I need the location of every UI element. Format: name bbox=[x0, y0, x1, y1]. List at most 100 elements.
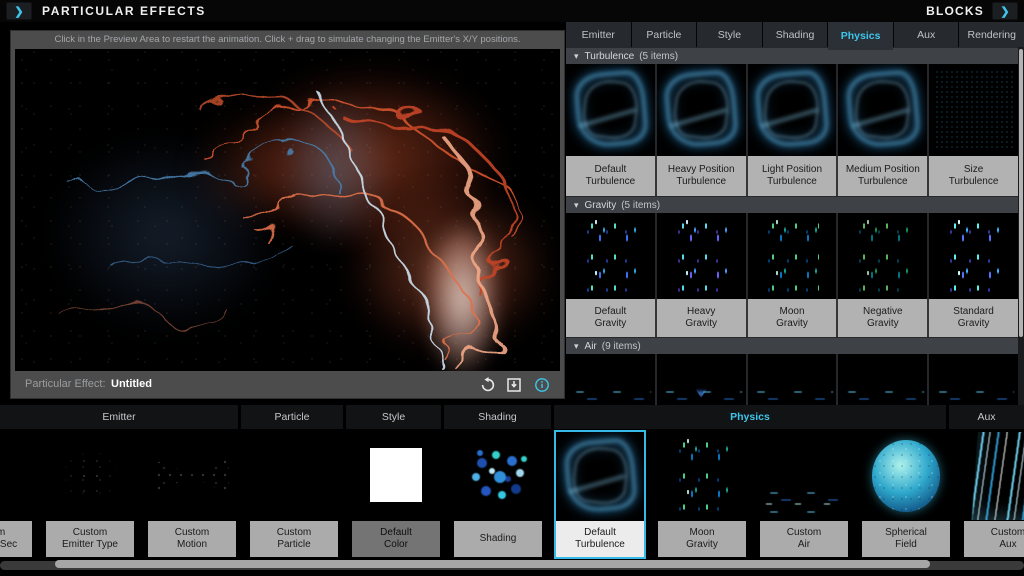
blocks-tab-physics[interactable]: Physics bbox=[554, 405, 946, 429]
section-header-air[interactable]: ▾ Air (9 items) bbox=[566, 337, 1018, 354]
block-custom-emitter-type[interactable]: Custom Emitter Type bbox=[46, 432, 134, 557]
block-label: Custom Air bbox=[760, 521, 848, 557]
label-line: Turbulence bbox=[767, 176, 817, 187]
chevron-right-icon: ❯ bbox=[1000, 5, 1010, 18]
block-spherical-field[interactable]: Spherical Field bbox=[862, 432, 950, 557]
preset-thumb-air[interactable] bbox=[838, 354, 928, 405]
label-line: Turbulence bbox=[585, 176, 636, 187]
tab-physics[interactable]: Physics bbox=[828, 22, 893, 50]
tab-emitter[interactable]: Emitter bbox=[566, 22, 631, 47]
preset-thumb-air[interactable] bbox=[656, 354, 746, 405]
label-line: Custom bbox=[276, 527, 312, 538]
gravity-thumbnails bbox=[566, 213, 1018, 299]
tab-rendering[interactable]: Rendering bbox=[959, 22, 1024, 47]
blocks-tab-shading[interactable]: Shading bbox=[444, 405, 551, 429]
preset-label[interactable]: Negative Gravity bbox=[838, 299, 928, 337]
block-label: Custom Motion bbox=[148, 521, 236, 557]
preset-label[interactable]: Medium Position Turbulence bbox=[838, 156, 928, 196]
preset-thumb-heavy-gravity[interactable] bbox=[656, 213, 746, 299]
block-custom-particle[interactable]: Custom Particle bbox=[250, 432, 338, 557]
label-line: Turbulence bbox=[676, 176, 727, 187]
block-shading[interactable]: Shading bbox=[454, 432, 542, 557]
top-bar: ❯ PARTICULAR EFFECTS BLOCKS ❯ bbox=[0, 0, 1024, 22]
preset-thumb-heavy-position-turbulence[interactable] bbox=[656, 64, 746, 156]
preset-label[interactable]: Light Position Turbulence bbox=[747, 156, 837, 196]
block-label: Default Color bbox=[352, 521, 440, 557]
presets-panel: Emitter Particle Style Shading Physics A… bbox=[566, 22, 1024, 405]
tab-shading[interactable]: Shading bbox=[762, 22, 828, 47]
section-count: (5 items) bbox=[621, 199, 661, 211]
preset-label[interactable]: Default Turbulence bbox=[566, 156, 655, 196]
info-icon[interactable] bbox=[534, 377, 550, 393]
blocks-tab-particle[interactable]: Particle bbox=[241, 405, 343, 429]
triangle-down-icon: ▾ bbox=[574, 199, 579, 210]
label-line: Heavy Position bbox=[667, 164, 735, 175]
label-line: Air bbox=[797, 539, 811, 550]
preview-canvas[interactable] bbox=[15, 49, 560, 371]
tab-particle[interactable]: Particle bbox=[631, 22, 697, 47]
gravity-labels: Default Gravity Heavy Gravity Moon Gravi… bbox=[566, 299, 1018, 337]
blocks-tab-bar: Emitter Particle Style Shading Physics A… bbox=[0, 405, 1024, 429]
tab-aux[interactable]: Aux bbox=[893, 22, 959, 47]
block-label: Spherical Field bbox=[862, 521, 950, 557]
preset-thumb-negative-gravity[interactable] bbox=[838, 213, 928, 299]
section-count: (5 items) bbox=[639, 50, 679, 62]
collapse-presets-panel-button[interactable]: ❯ bbox=[6, 2, 32, 20]
save-preset-icon[interactable] bbox=[506, 377, 522, 393]
preset-label[interactable]: Heavy Position Turbulence bbox=[656, 156, 746, 196]
section-header-gravity[interactable]: ▾ Gravity (5 items) bbox=[566, 196, 1018, 213]
block-label: Custom Emitter Type bbox=[46, 521, 134, 557]
section-title: Air bbox=[584, 340, 597, 352]
section-title: Turbulence bbox=[584, 50, 635, 62]
preset-thumb-size-turbulence[interactable] bbox=[929, 64, 1018, 156]
horizontal-scrollbar-thumb[interactable] bbox=[55, 560, 930, 568]
expand-blocks-panel-button[interactable]: ❯ bbox=[992, 2, 1018, 20]
label-line: Gravity bbox=[866, 318, 899, 329]
block-default-turbulence-selected[interactable]: Default Turbulence bbox=[556, 432, 644, 557]
label-line: Light Position bbox=[761, 164, 823, 175]
preset-thumb-air[interactable] bbox=[929, 354, 1018, 405]
reset-icon[interactable] bbox=[480, 377, 496, 393]
vertical-scrollbar-thumb[interactable] bbox=[1019, 49, 1023, 337]
preset-label[interactable]: Heavy Gravity bbox=[656, 299, 746, 337]
preset-thumb-default-gravity[interactable] bbox=[566, 213, 655, 299]
label-line: Custom bbox=[72, 527, 108, 538]
triangle-down-icon: ▾ bbox=[574, 340, 579, 351]
blocks-tab-style[interactable]: Style bbox=[346, 405, 441, 429]
blocks-tab-emitter[interactable]: Emitter bbox=[0, 405, 238, 429]
block-thumbnail bbox=[556, 432, 644, 520]
block-default-color[interactable]: Default Color bbox=[352, 432, 440, 557]
preset-label[interactable]: Default Gravity bbox=[566, 299, 655, 337]
block-custom-particles-sec[interactable]: Custom Particles/Sec bbox=[0, 432, 32, 557]
block-moon-gravity[interactable]: Moon Gravity bbox=[658, 432, 746, 557]
label-line: Turbulence bbox=[575, 539, 625, 550]
preset-thumb-air[interactable] bbox=[566, 354, 655, 405]
preset-thumb-moon-gravity[interactable] bbox=[747, 213, 837, 299]
label-line: Aux bbox=[999, 539, 1017, 550]
block-thumbnail bbox=[862, 432, 950, 520]
label-line: Custom bbox=[174, 527, 210, 538]
preset-label[interactable]: Moon Gravity bbox=[747, 299, 837, 337]
preset-thumb-medium-position-turbulence[interactable] bbox=[838, 64, 928, 156]
block-label: Custom Particle bbox=[250, 521, 338, 557]
label-line: Medium Position bbox=[845, 164, 920, 175]
preset-thumb-light-position-turbulence[interactable] bbox=[747, 64, 837, 156]
tab-style[interactable]: Style bbox=[697, 22, 762, 47]
label-line: Moon bbox=[779, 306, 805, 317]
section-title: Gravity bbox=[584, 199, 617, 211]
preset-label[interactable]: Size Turbulence bbox=[929, 156, 1018, 196]
chevron-right-icon: ❯ bbox=[14, 5, 24, 18]
preset-thumb-air[interactable] bbox=[747, 354, 837, 405]
block-custom-air[interactable]: Custom Air bbox=[760, 432, 848, 557]
preset-thumb-default-turbulence[interactable] bbox=[566, 64, 655, 156]
label-line: Gravity bbox=[776, 318, 808, 329]
blocks-tab-aux[interactable]: Aux bbox=[949, 405, 1024, 429]
preset-label[interactable]: Standard Gravity bbox=[929, 299, 1018, 337]
block-custom-motion[interactable]: Custom Motion bbox=[148, 432, 236, 557]
section-header-turbulence[interactable]: ▾ Turbulence (5 items) bbox=[566, 47, 1018, 64]
block-thumbnail bbox=[46, 432, 134, 520]
preset-thumb-standard-gravity[interactable] bbox=[929, 213, 1018, 299]
block-custom-aux[interactable]: Custom Aux bbox=[964, 432, 1024, 557]
label-line: Gravity bbox=[685, 318, 718, 329]
label-line: Turbulence bbox=[857, 176, 908, 187]
